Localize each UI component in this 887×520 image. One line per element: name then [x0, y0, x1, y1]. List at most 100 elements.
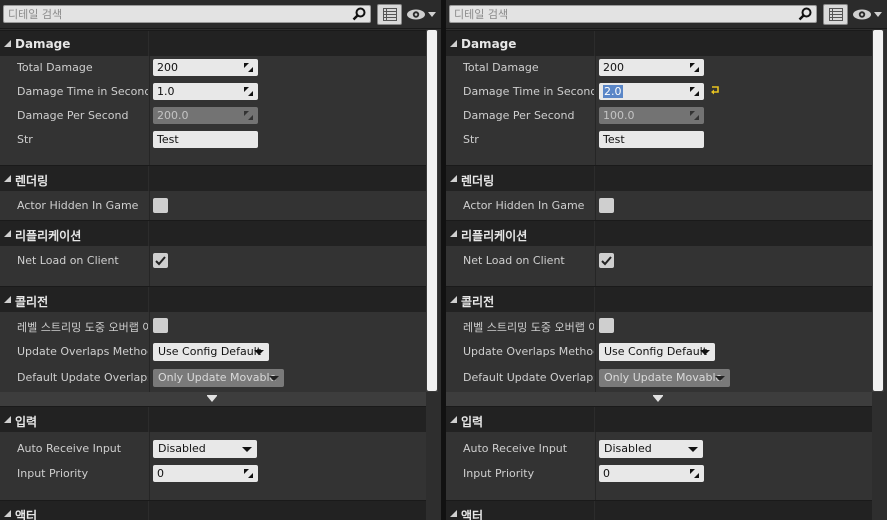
actor-hidden-checkbox[interactable] — [599, 198, 614, 213]
row-damage-per-second: Damage Per Second 200.0 — [0, 104, 426, 128]
drag-handle-icon[interactable] — [244, 63, 253, 72]
property-label: Str — [17, 133, 33, 146]
drag-handle-icon[interactable] — [244, 469, 253, 478]
property-label: Damage Per Second — [463, 109, 575, 122]
rendering-properties: Actor Hidden In Game — [446, 191, 872, 220]
search-box[interactable] — [449, 5, 817, 23]
collapse-arrow-icon[interactable] — [450, 175, 457, 182]
expand-advanced-icon[interactable] — [653, 396, 663, 402]
category-rendering[interactable]: 렌더링 — [446, 165, 872, 192]
level-streaming-checkbox[interactable] — [153, 318, 168, 333]
view-options-button[interactable] — [823, 4, 848, 25]
visibility-filter-button[interactable] — [851, 5, 885, 24]
category-actor[interactable]: 액터 — [0, 500, 426, 520]
category-damage[interactable]: Damage — [446, 30, 872, 57]
category-replication[interactable]: 리플리케이션 — [446, 220, 872, 247]
damage-time-input[interactable]: 1.0 — [153, 83, 258, 100]
default-update-overlaps-dropdown: Only Update Movable — [599, 369, 730, 387]
expand-advanced-icon[interactable] — [207, 396, 217, 402]
property-value: 2.0 — [603, 85, 623, 98]
collision-properties: 레벨 스트리밍 도중 오버랩 이 Update Overlaps Method … — [446, 312, 872, 392]
collapse-arrow-icon[interactable] — [450, 510, 457, 517]
damage-time-input[interactable]: 2.0 — [599, 83, 704, 100]
category-collision[interactable]: 콜리전 — [446, 286, 872, 313]
view-options-button[interactable] — [377, 4, 402, 25]
advanced-expander[interactable] — [446, 392, 872, 406]
input-priority-input[interactable]: 0 — [153, 465, 258, 482]
drag-handle-icon[interactable] — [690, 87, 699, 96]
dropdown-value: Use Config Default — [158, 345, 262, 358]
visibility-filter-button[interactable] — [405, 5, 439, 24]
category-input[interactable]: 입력 — [0, 406, 426, 433]
advanced-expander[interactable] — [0, 392, 426, 406]
property-label: Damage Time in Seconds — [17, 85, 148, 98]
collapse-arrow-icon[interactable] — [4, 510, 11, 517]
property-value: 0 — [603, 467, 610, 480]
replication-properties: Net Load on Client — [0, 246, 426, 286]
search-input[interactable] — [6, 6, 346, 22]
row-default-update-overlaps: Default Update Overlaps M Only Update Mo… — [446, 366, 872, 390]
collapse-arrow-icon[interactable] — [4, 416, 11, 423]
reset-to-default-icon[interactable] — [709, 84, 721, 96]
property-value: 100.0 — [603, 109, 635, 122]
dropdown-value: Disabled — [604, 442, 652, 455]
row-auto-receive-input: Auto Receive Input Disabled — [0, 437, 426, 461]
total-damage-input[interactable]: 200 — [153, 59, 258, 76]
collapse-arrow-icon[interactable] — [4, 296, 11, 303]
collapse-arrow-icon[interactable] — [4, 230, 11, 237]
damage-per-second-input: 200.0 — [153, 107, 258, 124]
row-total-damage: Total Damage 200 — [446, 56, 872, 80]
chevron-down-icon — [269, 376, 279, 381]
level-streaming-checkbox[interactable] — [599, 318, 614, 333]
update-overlaps-dropdown[interactable]: Use Config Default — [153, 343, 269, 361]
property-label: 레벨 스트리밍 도중 오버랩 이 — [17, 321, 148, 334]
search-input[interactable] — [452, 6, 792, 22]
category-input[interactable]: 입력 — [446, 406, 872, 433]
property-label: Update Overlaps Method D — [463, 345, 594, 358]
eye-icon — [407, 9, 436, 20]
row-input-priority: Input Priority 0 — [0, 462, 426, 486]
auto-receive-input-dropdown[interactable]: Disabled — [599, 440, 703, 458]
property-label: Net Load on Client — [17, 254, 119, 267]
drag-handle-icon[interactable] — [690, 469, 699, 478]
row-str: Str Test — [446, 128, 872, 152]
magnifier-icon[interactable] — [351, 7, 367, 21]
category-damage[interactable]: Damage — [0, 30, 426, 57]
category-label: 액터 — [461, 509, 484, 520]
row-net-load: Net Load on Client — [446, 249, 872, 273]
str-input[interactable]: Test — [599, 131, 704, 148]
drag-handle-icon[interactable] — [690, 63, 699, 72]
collapse-arrow-icon[interactable] — [4, 175, 11, 182]
property-label: Actor Hidden In Game — [463, 199, 585, 212]
vertical-scrollbar[interactable] — [872, 30, 884, 392]
magnifier-icon[interactable] — [797, 7, 813, 21]
input-priority-input[interactable]: 0 — [599, 465, 704, 482]
collapse-arrow-icon[interactable] — [450, 230, 457, 237]
update-overlaps-dropdown[interactable]: Use Config Default — [599, 343, 715, 361]
actor-hidden-checkbox[interactable] — [153, 198, 168, 213]
category-replication[interactable]: 리플리케이션 — [0, 220, 426, 247]
category-rendering[interactable]: 렌더링 — [0, 165, 426, 192]
rendering-properties: Actor Hidden In Game — [0, 191, 426, 220]
property-label: Actor Hidden In Game — [17, 199, 139, 212]
search-box[interactable] — [3, 5, 371, 23]
total-damage-input[interactable]: 200 — [599, 59, 704, 76]
net-load-checkbox[interactable] — [599, 253, 614, 268]
category-actor[interactable]: 액터 — [446, 500, 872, 520]
scrollbar-thumb[interactable] — [427, 30, 437, 391]
category-label: Damage — [461, 37, 517, 51]
net-load-checkbox[interactable] — [153, 253, 168, 268]
collapse-arrow-icon[interactable] — [450, 296, 457, 303]
collapse-arrow-icon[interactable] — [450, 416, 457, 423]
str-input[interactable]: Test — [153, 131, 258, 148]
vertical-scrollbar[interactable] — [426, 30, 438, 392]
damage-per-second-input: 100.0 — [599, 107, 704, 124]
auto-receive-input-dropdown[interactable]: Disabled — [153, 440, 257, 458]
collapse-arrow-icon[interactable] — [4, 40, 11, 47]
property-label: Default Update Overlaps M — [17, 371, 148, 384]
drag-handle-icon[interactable] — [244, 87, 253, 96]
category-collision[interactable]: 콜리전 — [0, 286, 426, 313]
row-auto-receive-input: Auto Receive Input Disabled — [446, 437, 872, 461]
scrollbar-thumb[interactable] — [873, 30, 883, 391]
collapse-arrow-icon[interactable] — [450, 40, 457, 47]
